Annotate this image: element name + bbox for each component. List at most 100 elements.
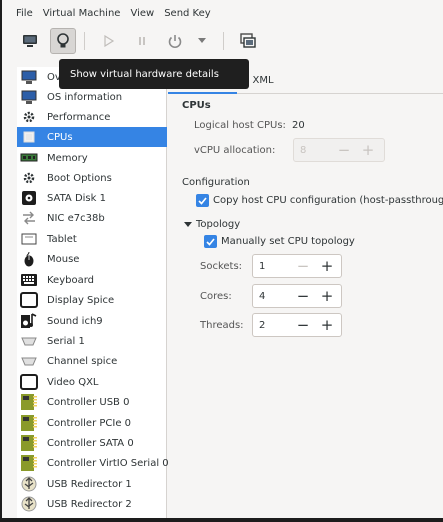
snapshots-icon [240, 33, 256, 48]
toolbar [2, 26, 443, 56]
display-icon [20, 291, 38, 309]
sidebar-item-boot-options[interactable]: Boot Options [17, 168, 167, 188]
sockets-label: Sockets: [200, 261, 243, 272]
cores-decrement-button[interactable]: − [291, 285, 315, 307]
sockets-increment-button[interactable]: + [315, 255, 339, 277]
logical-host-cpus-value: 20 [292, 120, 305, 131]
shutdown-button[interactable] [162, 28, 188, 54]
tablet-icon [20, 230, 38, 248]
sidebar-item-os-information[interactable]: OS information [17, 87, 167, 107]
menubar: File Virtual Machine View Send Key [2, 0, 443, 26]
mouse-icon [20, 250, 38, 268]
sidebar-item-label: Controller PCIe 0 [47, 417, 132, 429]
sidebar-item-display-spice[interactable]: Display Spice [17, 290, 167, 310]
sidebar-item-label: SATA Disk 1 [47, 192, 106, 204]
sidebar-item-video-qxl[interactable]: Video QXL [17, 372, 167, 392]
os-information-icon [20, 88, 38, 106]
sidebar-item-performance[interactable]: Performance [17, 107, 167, 127]
channel-icon [20, 352, 38, 370]
section-title-configuration: Configuration [182, 177, 250, 188]
monitor-icon [23, 35, 37, 47]
copy-host-config-label: Copy host CPU configuration (host-passth… [213, 195, 443, 206]
checkbox-checked-icon [204, 235, 217, 248]
sidebar-item-label: OS information [47, 91, 123, 103]
threads-increment-button[interactable]: + [315, 314, 339, 336]
sidebar-item-label: Boot Options [47, 172, 112, 184]
menu-virtual-machine[interactable]: Virtual Machine [43, 8, 121, 19]
vcpu-decrement-button[interactable]: − [332, 139, 356, 161]
sidebar-item-label: Memory [47, 152, 88, 164]
sidebar-item-label: NIC e7c38b [47, 212, 105, 224]
sidebar-item-serial[interactable]: Serial 1 [17, 331, 167, 351]
sidebar-item-label: Tablet [47, 233, 77, 245]
lightbulb-icon [57, 33, 69, 48]
copy-host-config-checkbox[interactable]: Copy host CPU configuration (host-passth… [196, 194, 443, 207]
cpu-details-panel: CPUs Logical host CPUs: 20 vCPU allocati… [168, 95, 443, 518]
boot-options-icon [20, 169, 38, 187]
controller-icon [20, 393, 38, 411]
sidebar-item-tablet[interactable]: Tablet [17, 229, 167, 249]
cpu-icon [20, 128, 38, 146]
threads-value: 2 [259, 319, 266, 331]
controller-icon [20, 454, 38, 472]
power-icon [168, 35, 182, 49]
threads-label: Threads: [200, 320, 244, 331]
hardware-details-button[interactable] [50, 28, 76, 54]
sockets-spinner[interactable]: 1 − + [252, 254, 342, 278]
toolbar-separator [84, 32, 85, 50]
expander-arrow-icon [184, 221, 192, 227]
sidebar-item-usb-redirector-1[interactable]: USB Redirector 1 [17, 474, 167, 494]
usb-redirector-icon [20, 495, 38, 513]
sidebar-item-controller-virtio-serial[interactable]: Controller VirtIO Serial 0 [17, 453, 169, 473]
sidebar-item-controller-usb[interactable]: Controller USB 0 [17, 392, 167, 412]
manual-topology-checkbox[interactable]: Manually set CPU topology [204, 235, 355, 248]
disk-icon [20, 189, 38, 207]
shutdown-menu-button[interactable] [193, 28, 211, 54]
hardware-sidebar: Ov OS information Performance CPUs Memor [17, 67, 169, 518]
vcpu-allocation-spinner[interactable]: 8 − + [293, 138, 385, 162]
menu-send-key[interactable]: Send Key [164, 8, 211, 19]
sidebar-item-sata-disk[interactable]: SATA Disk 1 [17, 188, 167, 208]
controller-icon [20, 434, 38, 452]
cores-value: 4 [259, 290, 266, 302]
logical-host-cpus-label: Logical host CPUs: [194, 120, 286, 131]
sidebar-item-controller-pcie[interactable]: Controller PCIe 0 [17, 413, 167, 433]
app-window: File Virtual Machine View Send Key Show … [0, 0, 443, 522]
sidebar-item-label: Controller USB 0 [47, 396, 130, 408]
topology-title: Topology [196, 219, 241, 230]
serial-icon [20, 332, 38, 350]
vcpu-increment-button[interactable]: + [356, 139, 380, 161]
chevron-down-icon [198, 38, 206, 43]
tab-xml-label: XML [252, 75, 274, 86]
run-button[interactable] [96, 28, 122, 54]
sidebar-item-sound[interactable]: Sound ich9 [17, 311, 167, 331]
menu-file[interactable]: File [16, 8, 33, 19]
pause-button[interactable] [129, 28, 155, 54]
console-button[interactable] [17, 28, 43, 54]
cores-spinner[interactable]: 4 − + [252, 284, 342, 308]
sidebar-item-channel-spice[interactable]: Channel spice [17, 351, 167, 371]
threads-decrement-button[interactable]: − [291, 314, 315, 336]
tooltip: Show virtual hardware details [59, 59, 249, 89]
usb-redirector-icon [20, 475, 38, 493]
sidebar-item-usb-redirector-2[interactable]: USB Redirector 2 [17, 494, 167, 514]
topology-expander[interactable]: Topology [184, 219, 240, 230]
sidebar-item-label: Video QXL [47, 376, 99, 388]
keyboard-icon [20, 271, 38, 289]
cores-increment-button[interactable]: + [315, 285, 339, 307]
sidebar-item-label: CPUs [47, 131, 73, 143]
sockets-decrement-button[interactable]: − [291, 255, 315, 277]
network-icon [20, 209, 38, 227]
sidebar-item-controller-sata[interactable]: Controller SATA 0 [17, 433, 167, 453]
snapshots-button[interactable] [235, 28, 261, 54]
sidebar-item-label: Keyboard [47, 274, 95, 286]
sidebar-item-keyboard[interactable]: Keyboard [17, 270, 167, 290]
sidebar-item-nic[interactable]: NIC e7c38b [17, 208, 167, 228]
threads-spinner[interactable]: 2 − + [252, 313, 342, 337]
sidebar-item-memory[interactable]: Memory [17, 148, 167, 168]
sidebar-item-mouse[interactable]: Mouse [17, 249, 167, 269]
menu-view[interactable]: View [130, 8, 154, 19]
sidebar-item-cpus[interactable]: CPUs [17, 127, 167, 147]
vcpu-allocation-label: vCPU allocation: [194, 145, 276, 156]
sidebar-item-label: USB Redirector 1 [47, 478, 132, 490]
